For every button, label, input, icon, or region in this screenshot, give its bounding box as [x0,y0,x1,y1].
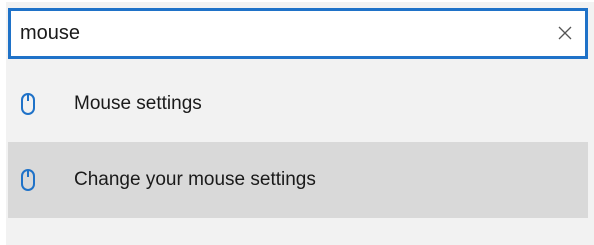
result-mouse-settings[interactable]: Mouse settings [8,66,588,142]
mouse-icon [21,169,35,191]
search-results-list: Mouse settings Change your mouse setting… [8,66,588,218]
result-label: Change your mouse settings [74,169,316,190]
result-change-mouse-settings[interactable]: Change your mouse settings [8,142,588,218]
result-label: Mouse settings [74,93,202,114]
mouse-icon [21,93,35,115]
search-input[interactable] [20,11,550,56]
close-icon [558,26,572,40]
search-box[interactable] [8,8,588,59]
clear-search-button[interactable] [553,21,577,45]
